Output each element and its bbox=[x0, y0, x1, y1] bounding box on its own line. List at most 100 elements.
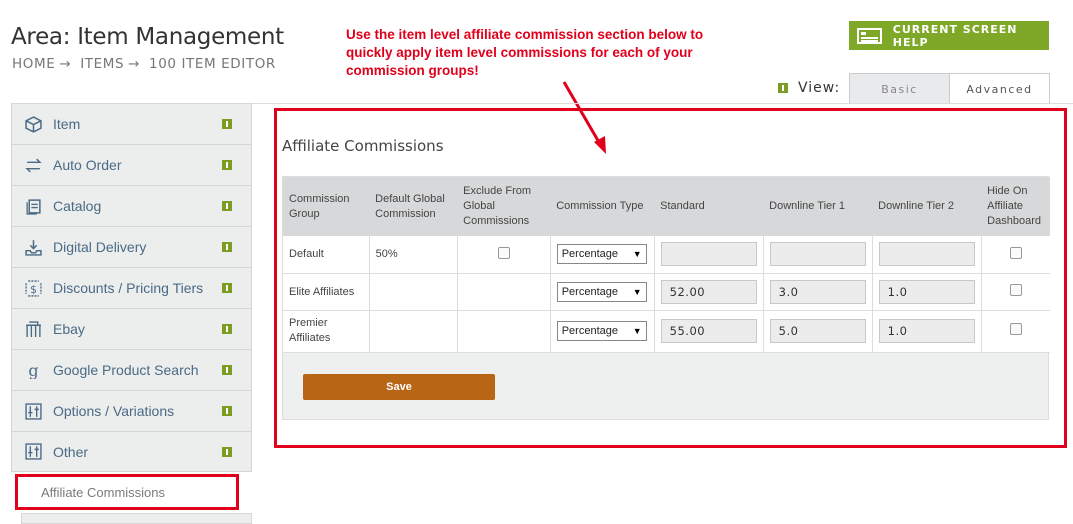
info-icon[interactable] bbox=[222, 365, 232, 375]
sliders-icon bbox=[24, 402, 42, 420]
panel-title: Affiliate Commissions bbox=[282, 137, 444, 155]
tab-advanced[interactable]: Advanced bbox=[950, 74, 1049, 104]
help-button-label: CURRENT SCREEN HELP bbox=[892, 22, 1018, 49]
column-header: Hide On Affiliate Dashboard bbox=[981, 177, 1050, 236]
divider bbox=[252, 103, 1073, 104]
dropdown-arrow-icon: ▼ bbox=[632, 286, 642, 297]
standard-input[interactable]: 55.00 bbox=[660, 319, 757, 343]
sidebar-item-label: Auto Order bbox=[53, 157, 122, 173]
breadcrumb-separator: → bbox=[59, 56, 72, 72]
sidebar-item-item[interactable]: Item bbox=[11, 103, 252, 144]
sidebar-item-discounts[interactable]: $ Discounts / Pricing Tiers bbox=[11, 267, 252, 308]
sidebar-item-other[interactable]: Other bbox=[11, 431, 252, 472]
default-global-commission bbox=[369, 310, 458, 353]
commission-type-select[interactable]: Percentage ▼ bbox=[556, 321, 647, 341]
select-value: Percentage bbox=[561, 285, 618, 298]
tier1-input[interactable] bbox=[769, 242, 866, 267]
standard-input[interactable]: 52.00 bbox=[660, 279, 757, 304]
box-icon bbox=[24, 115, 42, 133]
column-header: Commission Type bbox=[550, 177, 655, 236]
breadcrumb-home[interactable]: HOME bbox=[12, 56, 55, 72]
sidebar-item-google-product-search[interactable]: g Google Product Search bbox=[11, 349, 252, 390]
info-icon[interactable] bbox=[222, 406, 232, 416]
info-icon[interactable] bbox=[222, 242, 232, 252]
annotation-callout: Use the item level affiliate commission … bbox=[346, 27, 704, 78]
ebay-icon bbox=[24, 320, 42, 338]
tier2-input[interactable] bbox=[878, 242, 975, 267]
sidebar-item-label: Item bbox=[53, 116, 81, 132]
dollar-icon: $ bbox=[24, 279, 42, 297]
google-icon: g bbox=[24, 361, 42, 379]
info-icon[interactable] bbox=[222, 324, 232, 334]
tier2-input[interactable]: 1.0 bbox=[878, 279, 975, 304]
sidebar-subitem[interactable] bbox=[21, 513, 252, 524]
svg-text:$: $ bbox=[30, 282, 37, 295]
default-global-commission bbox=[369, 273, 458, 311]
standard-input[interactable] bbox=[660, 242, 757, 267]
sidebar-item-label: Catalog bbox=[53, 198, 102, 214]
current-screen-help-button[interactable]: CURRENT SCREEN HELP bbox=[849, 21, 1049, 50]
sidebar-item-label: Other bbox=[53, 443, 89, 460]
sidebar-item-digital-delivery[interactable]: Digital Delivery bbox=[11, 226, 252, 267]
column-header: Default Global Commission bbox=[369, 177, 458, 236]
select-value: Percentage bbox=[561, 324, 618, 337]
sidebar-item-options-variations[interactable]: Options / Variations bbox=[11, 390, 252, 431]
area-title: Area: Item Management bbox=[11, 24, 284, 50]
sidebar-item-label: Google Product Search bbox=[53, 362, 199, 378]
column-header: Downline Tier 1 bbox=[763, 177, 873, 236]
info-icon[interactable] bbox=[778, 83, 788, 93]
column-header: Standard bbox=[654, 177, 764, 236]
info-icon[interactable] bbox=[222, 447, 232, 457]
breadcrumb: HOME → ITEMS → 100 ITEM EDITOR bbox=[12, 56, 280, 72]
repeat-icon bbox=[24, 156, 42, 174]
help-screen-icon bbox=[857, 27, 882, 44]
commission-type-select[interactable]: Percentage ▼ bbox=[556, 244, 647, 265]
view-tabs: Basic Advanced bbox=[849, 73, 1050, 104]
table-row: Premier Affiliates Percentage ▼ 55.00 5.0… bbox=[283, 310, 1050, 353]
sliders-icon bbox=[24, 443, 42, 461]
sidebar-item-label: Digital Delivery bbox=[53, 239, 147, 255]
hide-dashboard-checkbox[interactable] bbox=[1009, 246, 1022, 259]
sidebar-item-ebay[interactable]: Ebay bbox=[11, 308, 252, 349]
column-header: Exclude From Global Commissions bbox=[457, 177, 551, 236]
commissions-table: Commission Group Default Global Commissi… bbox=[283, 177, 1050, 353]
sidebar: Item Auto Order Catalog Digital Delivery… bbox=[11, 103, 252, 472]
commission-group: Elite Affiliates bbox=[283, 273, 370, 311]
catalog-icon bbox=[24, 197, 42, 215]
commission-group: Default bbox=[283, 236, 370, 274]
sidebar-item-label: Ebay bbox=[53, 321, 85, 337]
sidebar-item-label: Discounts / Pricing Tiers bbox=[53, 280, 204, 296]
default-global-commission: 50% bbox=[369, 236, 458, 274]
exclude-checkbox[interactable] bbox=[497, 246, 510, 259]
view-label: View: bbox=[778, 80, 840, 96]
commission-group: Premier Affiliates bbox=[283, 310, 370, 353]
info-icon[interactable] bbox=[222, 160, 232, 170]
breadcrumb-separator: → bbox=[128, 56, 141, 72]
svg-text:g: g bbox=[28, 362, 38, 379]
select-value: Percentage bbox=[561, 248, 618, 261]
info-icon[interactable] bbox=[222, 283, 232, 293]
sidebar-item-catalog[interactable]: Catalog bbox=[11, 185, 252, 226]
column-header: Commission Group bbox=[283, 177, 370, 236]
sidebar-item-auto-order[interactable]: Auto Order bbox=[11, 144, 252, 185]
view-label-text: View: bbox=[798, 80, 841, 96]
tier1-input[interactable]: 5.0 bbox=[769, 319, 866, 343]
tab-basic[interactable]: Basic bbox=[850, 74, 950, 104]
dropdown-arrow-icon: ▼ bbox=[632, 249, 642, 260]
column-header: Downline Tier 2 bbox=[872, 177, 982, 236]
download-icon bbox=[24, 238, 42, 256]
hide-dashboard-checkbox[interactable] bbox=[1009, 322, 1022, 335]
table-row: Elite Affiliates Percentage ▼ 52.00 3.0 1… bbox=[283, 273, 1050, 311]
breadcrumb-current: 100 ITEM EDITOR bbox=[149, 56, 276, 72]
save-button[interactable]: Save bbox=[303, 374, 495, 400]
tier2-input[interactable]: 1.0 bbox=[878, 319, 975, 343]
info-icon[interactable] bbox=[222, 201, 232, 211]
info-icon[interactable] bbox=[222, 119, 232, 129]
breadcrumb-items[interactable]: ITEMS bbox=[80, 56, 124, 72]
sidebar-subitem-affiliate-commissions[interactable]: Affiliate Commissions bbox=[15, 474, 239, 510]
sidebar-item-label: Options / Variations bbox=[53, 403, 175, 419]
hide-dashboard-checkbox[interactable] bbox=[1009, 284, 1022, 296]
tier1-input[interactable]: 3.0 bbox=[769, 279, 866, 304]
table-row: Default 50% Percentage ▼ bbox=[283, 236, 1050, 274]
commission-type-select[interactable]: Percentage ▼ bbox=[556, 281, 647, 302]
